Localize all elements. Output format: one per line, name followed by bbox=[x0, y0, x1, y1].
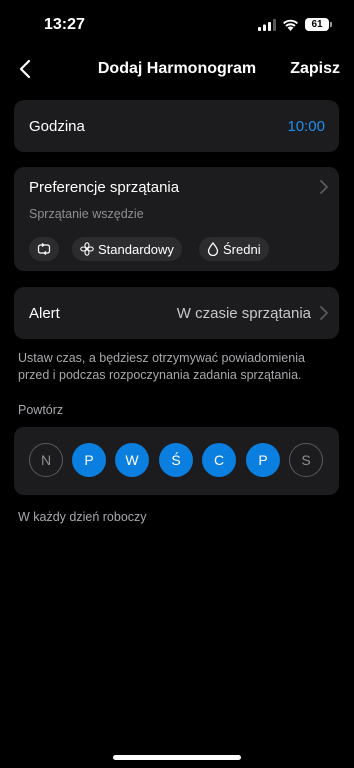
chevron-right-icon bbox=[320, 306, 328, 320]
chevron-right-icon bbox=[320, 180, 328, 194]
repeat-summary: W każdy dzień roboczy bbox=[18, 510, 147, 524]
water-label: Średni bbox=[223, 241, 261, 257]
nav-bar: Dodaj Harmonogram Zapisz bbox=[0, 50, 354, 90]
time-value[interactable]: 10:00 bbox=[287, 118, 325, 135]
suction-chip: Standardowy bbox=[72, 237, 182, 261]
preferences-title: Preferencje sprzątania bbox=[29, 179, 180, 196]
repeat-label: Powtórz bbox=[18, 403, 64, 417]
time-row[interactable]: Godzina 10:00 bbox=[14, 100, 339, 152]
time-label: Godzina bbox=[29, 118, 85, 135]
status-time: 13:27 bbox=[44, 16, 85, 33]
day-toggle-tuesday[interactable]: W bbox=[115, 443, 149, 477]
alert-row[interactable]: Alert W czasie sprzątania bbox=[14, 287, 339, 339]
water-chip: Średni bbox=[199, 237, 269, 261]
battery-icon: 61 bbox=[305, 18, 332, 31]
day-toggle-wednesday[interactable]: Ś bbox=[159, 443, 193, 477]
mode-chip bbox=[29, 237, 59, 261]
suction-label: Standardowy bbox=[98, 241, 174, 257]
status-bar: 13:27 61 bbox=[0, 0, 354, 50]
wifi-icon bbox=[283, 19, 298, 31]
water-drop-icon bbox=[207, 242, 219, 256]
fan-icon bbox=[80, 242, 94, 256]
signal-icon bbox=[258, 18, 276, 31]
day-toggle-monday[interactable]: P bbox=[72, 443, 106, 477]
status-icons: 61 bbox=[258, 18, 332, 31]
alert-value: W czasie sprzątania bbox=[176, 305, 311, 322]
cleaning-preferences-card[interactable]: Preferencje sprzątania Sprzątanie wszędz… bbox=[14, 167, 339, 271]
repeat-days: N P W Ś C P S bbox=[14, 427, 339, 495]
preferences-subtitle: Sprzątanie wszędzie bbox=[29, 207, 144, 221]
day-toggle-saturday[interactable]: S bbox=[289, 443, 323, 477]
alert-label: Alert bbox=[29, 305, 60, 322]
day-toggle-sunday[interactable]: N bbox=[29, 443, 63, 477]
home-indicator[interactable] bbox=[113, 755, 241, 760]
day-toggle-friday[interactable]: P bbox=[246, 443, 280, 477]
repeat-icon bbox=[37, 243, 51, 255]
save-button[interactable]: Zapisz bbox=[290, 60, 340, 78]
alert-hint: Ustaw czas, a będziesz otrzymywać powiad… bbox=[18, 351, 305, 382]
day-toggle-thursday[interactable]: C bbox=[202, 443, 236, 477]
